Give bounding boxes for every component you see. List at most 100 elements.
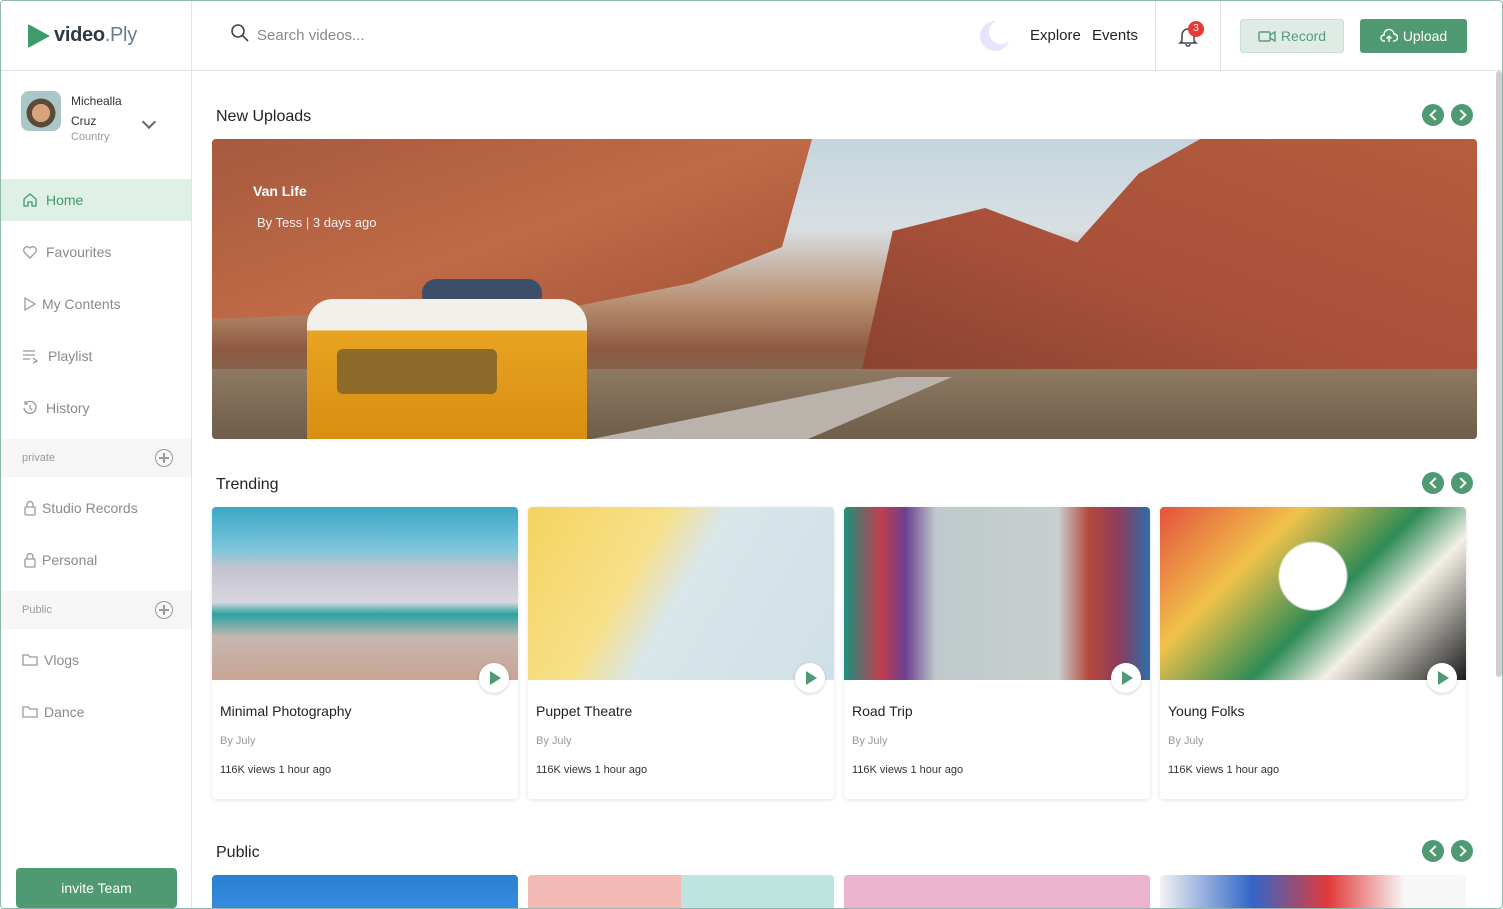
play-outline-icon — [22, 296, 38, 312]
sidebar-item-label: Dance — [44, 704, 85, 720]
play-icon[interactable] — [1427, 663, 1457, 693]
sidebar-item-label: Playlist — [48, 348, 93, 364]
page-scrollbar[interactable] — [1496, 71, 1502, 677]
chevron-left-icon[interactable] — [1422, 472, 1444, 494]
video-card[interactable]: Minimal Photography By July 116K views 1… — [212, 507, 518, 799]
hero-meta: By Tess | 3 days ago — [257, 215, 377, 230]
chevron-left-icon[interactable] — [1422, 840, 1444, 862]
nav-events[interactable]: Events — [1092, 27, 1138, 44]
sidebar-item-vlogs[interactable]: Vlogs — [1, 639, 191, 681]
section-title-public: Public — [216, 844, 260, 861]
public-video-list — [212, 875, 1468, 908]
search-bar — [230, 23, 830, 48]
chevron-right-icon[interactable] — [1451, 840, 1473, 862]
chevron-right-icon[interactable] — [1451, 472, 1473, 494]
video-title: Minimal Photography — [220, 703, 352, 719]
public-section-header: Public — [1, 591, 191, 629]
video-author: By July — [1168, 735, 1204, 747]
sidebar-item-label: Favourites — [46, 244, 112, 260]
video-meta: 116K views 1 hour ago — [220, 764, 332, 776]
folder-icon — [22, 704, 38, 720]
sidebar-item-studio-records[interactable]: Studio Records — [1, 487, 191, 529]
trending-video-list: Minimal Photography By July 116K views 1… — [212, 507, 1468, 799]
profile-country: Country — [71, 131, 110, 143]
video-thumbnail — [212, 507, 518, 680]
profile-name: Michealla Cruz — [71, 94, 122, 128]
video-camera-icon — [1258, 30, 1276, 43]
video-author: By July — [852, 735, 888, 747]
hero-title: Van Life — [253, 183, 307, 199]
sidebar-item-label: Studio Records — [42, 500, 138, 516]
private-section-label: private — [22, 452, 56, 464]
top-header: Explore Events 3 Record Upload — [192, 1, 1502, 71]
avatar — [21, 91, 61, 131]
nav-explore[interactable]: Explore — [1030, 27, 1081, 44]
sidebar-item-label: Home — [46, 192, 84, 208]
video-thumbnail[interactable] — [212, 875, 518, 908]
header-divider — [1220, 1, 1221, 71]
chevron-down-icon[interactable] — [141, 114, 157, 130]
section-title-trending: Trending — [216, 476, 279, 493]
video-card[interactable]: Road Trip By July 116K views 1 hour ago — [844, 507, 1150, 799]
new-uploads-carousel-controls — [1422, 104, 1473, 126]
playlist-icon — [22, 348, 38, 364]
chevron-left-icon[interactable] — [1422, 104, 1444, 126]
dark-mode-moon-icon[interactable] — [979, 20, 1011, 52]
play-icon[interactable] — [1111, 663, 1141, 693]
upload-button[interactable]: Upload — [1360, 19, 1467, 53]
heart-icon — [22, 244, 38, 260]
play-icon[interactable] — [479, 663, 509, 693]
section-title-new-uploads: New Uploads — [216, 108, 312, 125]
history-icon — [22, 400, 38, 416]
sidebar-item-label: My Contents — [42, 296, 121, 312]
video-thumbnail — [528, 507, 834, 680]
sidebar: video.Ply Michealla Cruz Country Home Fa… — [1, 1, 192, 908]
search-icon — [230, 23, 257, 48]
sidebar-item-playlist[interactable]: Playlist — [1, 335, 191, 377]
video-thumbnail — [844, 507, 1150, 680]
user-profile[interactable]: Michealla Cruz Country — [1, 71, 191, 179]
home-icon — [22, 192, 38, 208]
video-card[interactable]: Puppet Theatre By July 116K views 1 hour… — [528, 507, 834, 799]
video-thumbnail — [1160, 507, 1466, 680]
upload-label: Upload — [1402, 28, 1448, 44]
add-public-folder-icon[interactable] — [155, 601, 173, 619]
sidebar-item-history[interactable]: History — [1, 387, 191, 429]
record-label: Record — [1280, 28, 1327, 44]
video-author: By July — [536, 735, 572, 747]
sidebar-item-my-contents[interactable]: My Contents — [1, 283, 191, 325]
header-divider — [1155, 1, 1156, 71]
folder-icon — [22, 652, 38, 668]
private-section-header: private — [1, 439, 191, 477]
chevron-right-icon[interactable] — [1451, 104, 1473, 126]
logo[interactable]: video.Ply — [1, 1, 191, 71]
play-icon[interactable] — [795, 663, 825, 693]
video-thumbnail[interactable] — [528, 875, 834, 908]
hero-image-van — [307, 299, 587, 439]
lock-icon — [22, 500, 38, 516]
video-thumbnail[interactable] — [844, 875, 1150, 908]
public-section-label: Public — [22, 604, 52, 616]
sidebar-item-home[interactable]: Home — [1, 179, 191, 221]
video-title: Road Trip — [852, 703, 913, 719]
public-carousel-controls — [1422, 840, 1473, 862]
sidebar-item-dance[interactable]: Dance — [1, 691, 191, 733]
video-title: Puppet Theatre — [536, 703, 633, 719]
video-thumbnail[interactable] — [1160, 875, 1466, 908]
video-title: Young Folks — [1168, 703, 1245, 719]
logo-text: video.Ply — [54, 24, 137, 46]
sidebar-item-favourites[interactable]: Favourites — [1, 231, 191, 273]
featured-video-banner[interactable]: Van Life By Tess | 3 days ago — [212, 139, 1477, 439]
invite-team-button[interactable]: invite Team — [16, 868, 177, 908]
notification-badge: 3 — [1188, 21, 1204, 37]
add-private-folder-icon[interactable] — [155, 449, 173, 467]
record-button[interactable]: Record — [1240, 19, 1344, 53]
video-meta: 116K views 1 hour ago — [852, 764, 964, 776]
app-window: video.Ply Michealla Cruz Country Home Fa… — [0, 0, 1503, 909]
search-input[interactable] — [257, 27, 657, 44]
sidebar-item-personal[interactable]: Personal — [1, 539, 191, 581]
video-meta: 116K views 1 hour ago — [536, 764, 648, 776]
trending-carousel-controls — [1422, 472, 1473, 494]
sidebar-item-label: History — [46, 400, 90, 416]
video-card[interactable]: Young Folks By July 116K views 1 hour ag… — [1160, 507, 1466, 799]
